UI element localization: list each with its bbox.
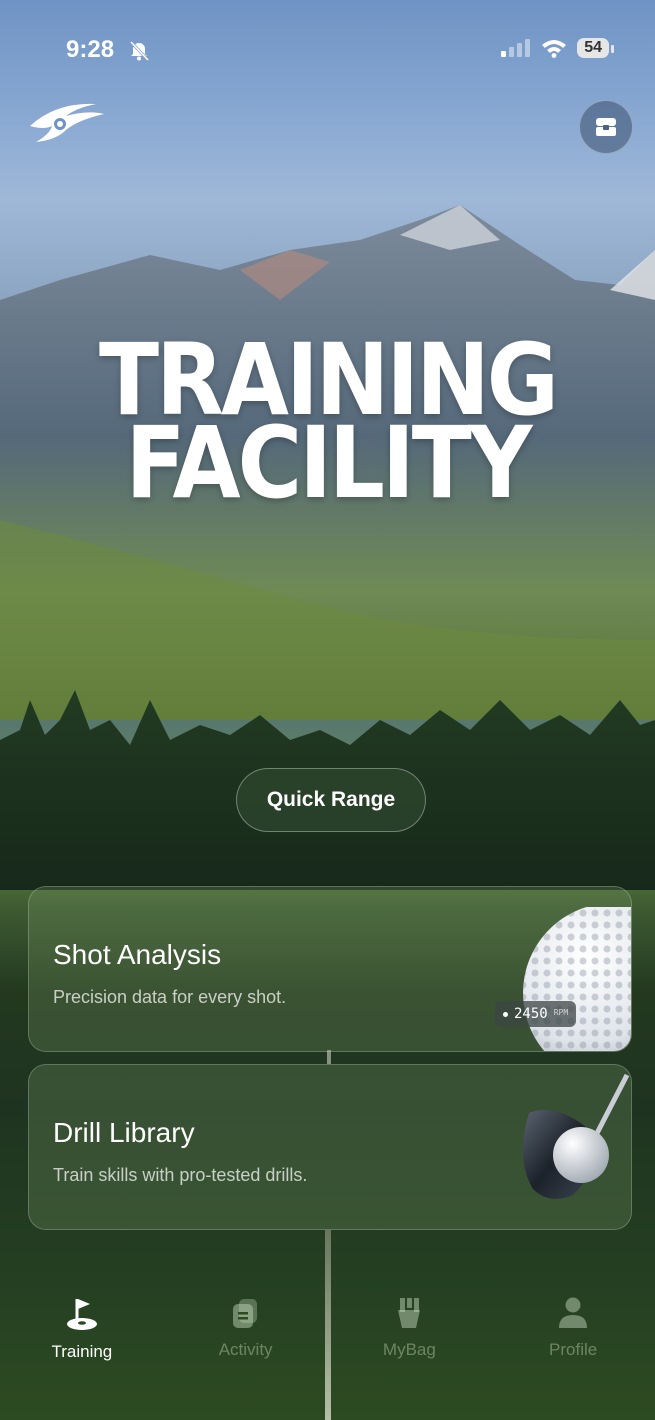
flag-icon [66,1299,97,1330]
signal-icon [501,39,531,57]
golf-ball-icon [523,907,631,1051]
activity-icon [232,1299,257,1328]
store-button[interactable] [579,100,633,154]
battery-indicator: 54 [577,38,614,58]
spin-rate-badge: 2450 RPM [495,1001,577,1027]
badge-dot [503,1011,508,1017]
status-time: 9:28 [66,36,115,63]
treasure-chest-icon [596,118,616,136]
status-indicators: 54 [501,38,614,58]
tab-label: MyBag [382,1340,436,1359]
tab-activity[interactable]: Activity [164,1296,328,1386]
tab-training[interactable]: Training [0,1296,164,1386]
rpm-unit: RPM [553,1008,569,1017]
wifi-icon [542,40,567,58]
training-facility-screen: 9:28 54 TRAINING FACILITY Quick Range Sh… [0,0,655,1420]
tab-label: Profile [549,1340,598,1359]
tab-profile[interactable]: Profile [491,1296,655,1386]
shot-analysis-card[interactable]: Shot Analysis Precision data for every s… [28,886,632,1052]
tab-label: Activity [218,1340,273,1359]
quick-range-label: Quick Range [266,788,396,811]
bottom-tab-bar: Training Activity MyBag Profile [0,1296,655,1386]
profile-icon [559,1297,588,1328]
card-subtitle: Precision data for every shot. [53,987,287,1007]
rpm-value: 2450 [514,1006,548,1022]
card-title: Shot Analysis [53,939,222,970]
bell-muted-icon [129,40,150,62]
tab-label: Training [51,1342,113,1361]
golf-club-icon [522,1073,630,1199]
hero-title: TRAINING FACILITY [0,331,655,512]
app-logo[interactable] [26,96,106,150]
quick-range-button[interactable]: Quick Range [236,768,426,832]
status-bar: 9:28 54 [0,26,655,76]
fairway-line-short [327,1050,331,1064]
drill-library-card[interactable]: Drill Library Train skills with pro-test… [28,1064,632,1230]
tab-mybag[interactable]: MyBag [328,1296,492,1386]
card-subtitle: Train skills with pro-tested drills. [53,1165,308,1185]
card-title: Drill Library [53,1117,195,1148]
golf-bag-icon [398,1298,421,1328]
